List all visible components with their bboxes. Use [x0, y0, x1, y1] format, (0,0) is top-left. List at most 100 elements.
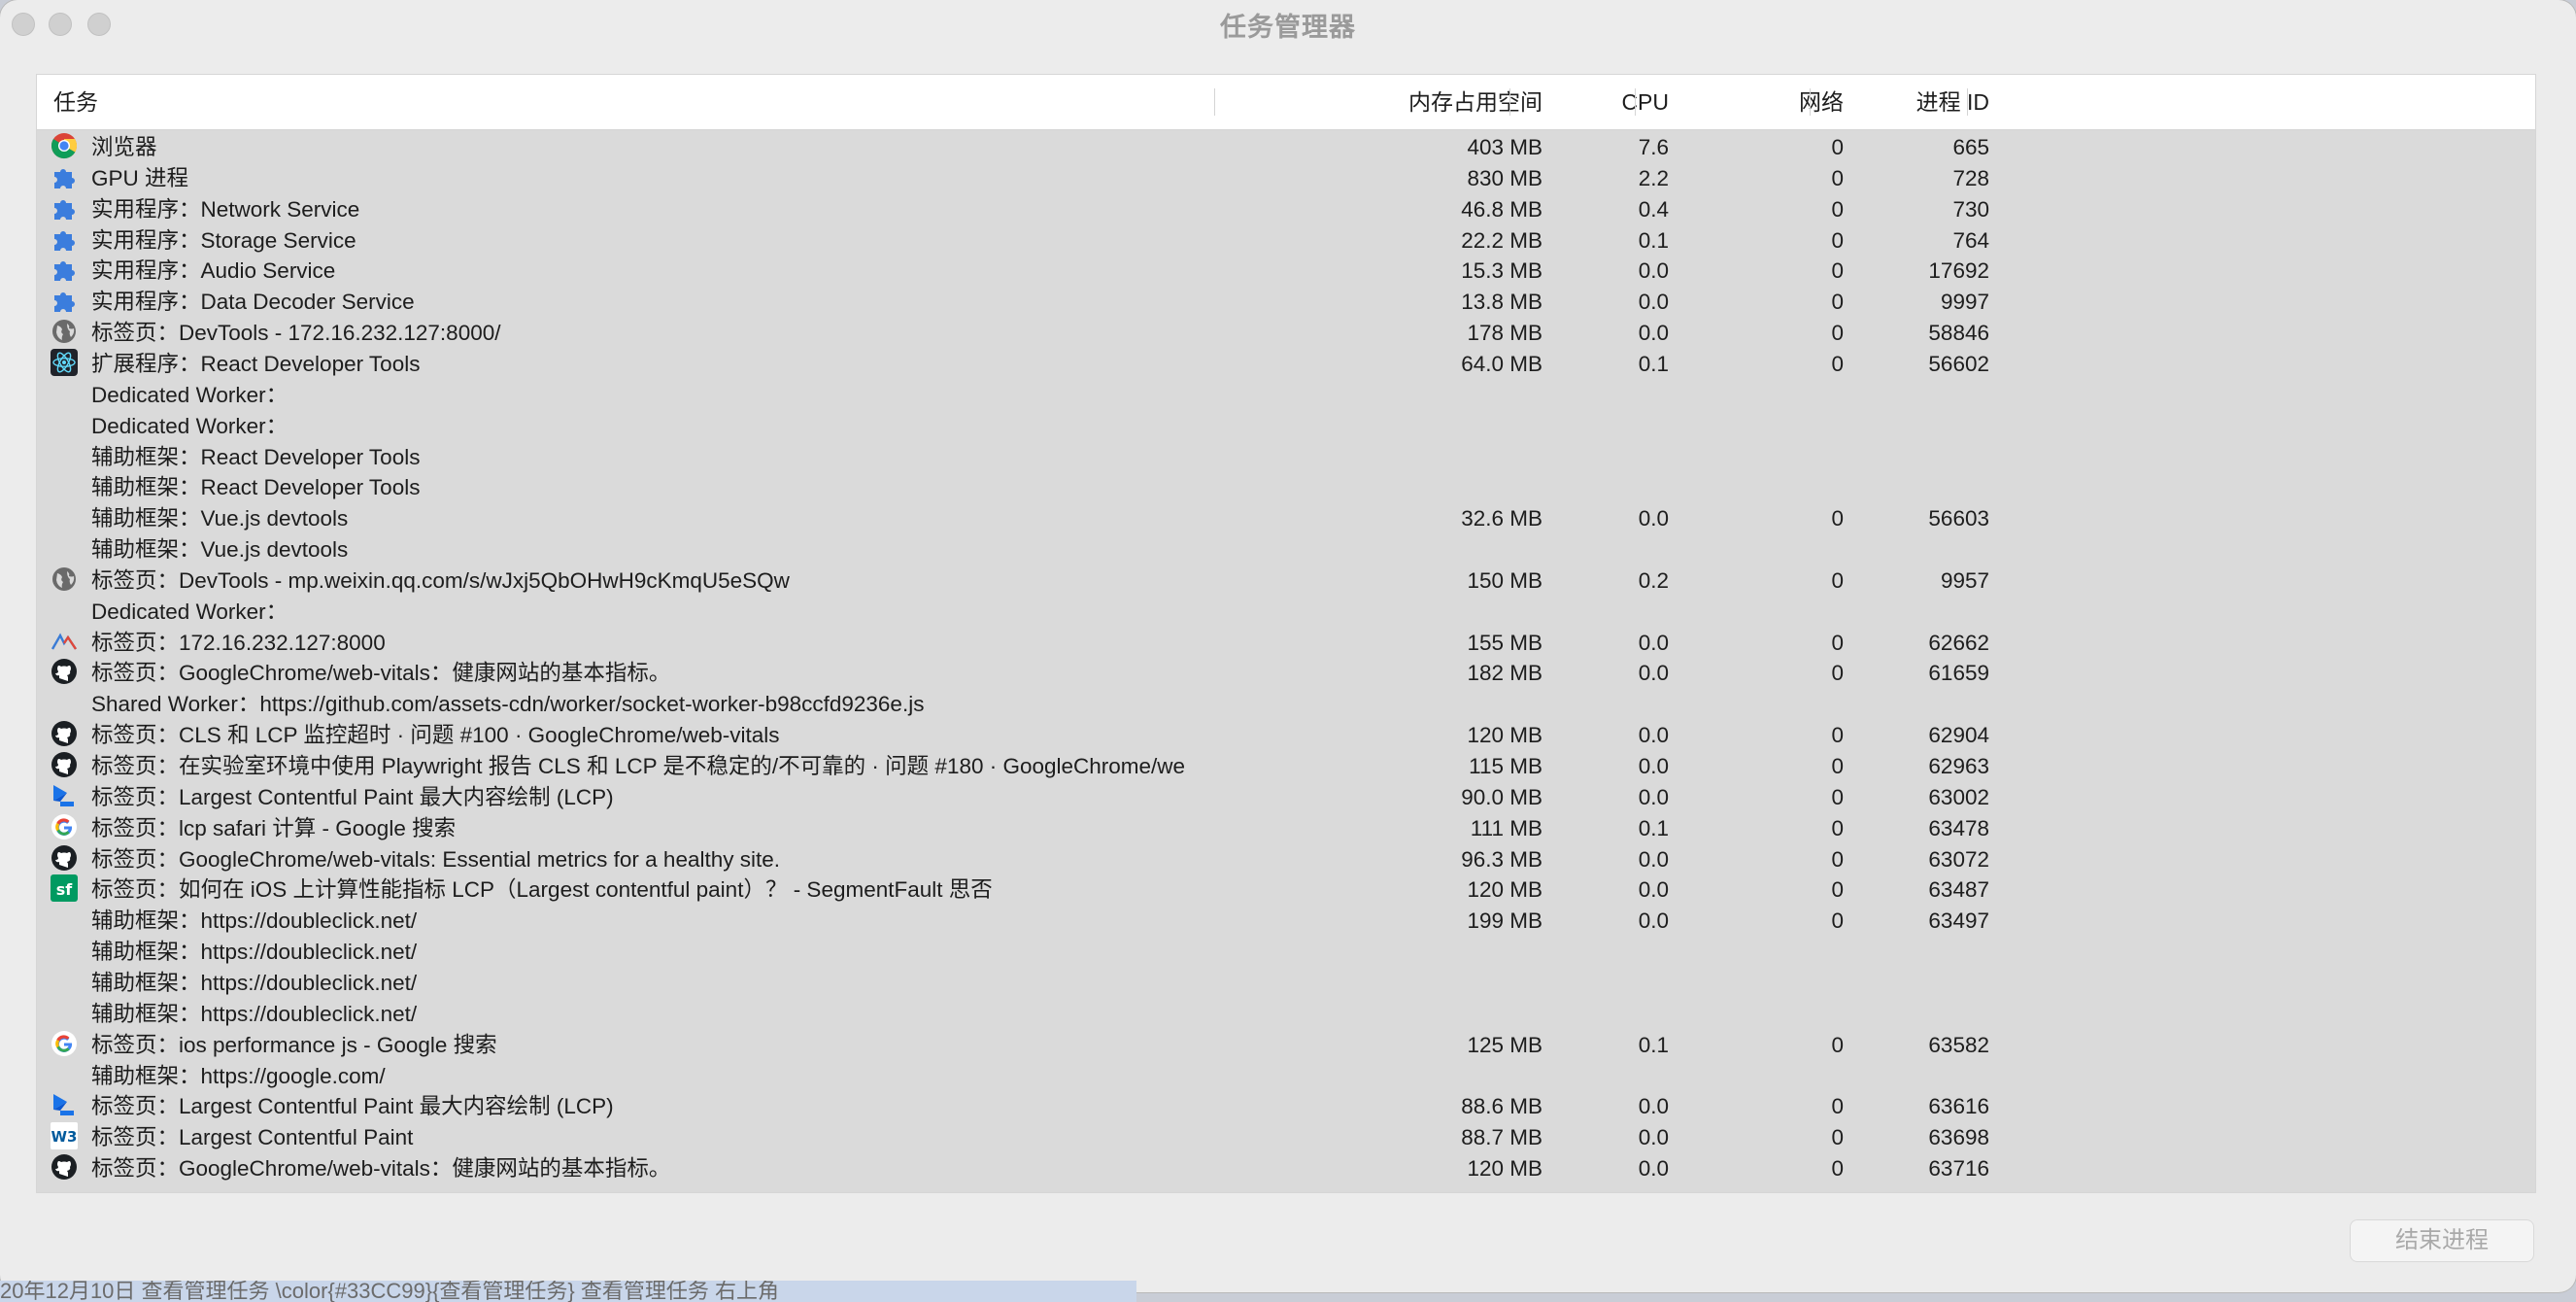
- cpu-cell: 0.0: [1638, 258, 1669, 283]
- pid-cell: 63716: [1928, 1156, 1989, 1181]
- table-row[interactable]: 辅助框架：https://doubleclick.net/: [37, 937, 2535, 968]
- github-icon: [51, 1153, 78, 1184]
- task-cell: 标签页：Largest Contentful Paint: [91, 1125, 414, 1149]
- segmentfault-icon: sf: [51, 874, 78, 906]
- task-cell: 辅助框架：https://doubleclick.net/: [91, 971, 418, 995]
- table-row[interactable]: 标签页：172.16.232.127:8000 155 MB 0.0 0 62662: [37, 628, 2535, 659]
- table-row[interactable]: 标签页：GoogleChrome/web-vitals：健康网站的基本指标。 12…: [37, 1153, 2535, 1184]
- memory-cell: [1329, 968, 1542, 999]
- memory-cell: 120 MB: [1467, 877, 1542, 902]
- table-row[interactable]: 辅助框架：https://doubleclick.net/: [37, 968, 2535, 999]
- table-row[interactable]: 辅助框架：React Developer Tools: [37, 442, 2535, 473]
- table-row[interactable]: 辅助框架：React Developer Tools: [37, 472, 2535, 503]
- task-rows: 浏览器 403 MB 7.6 0 665 GPU 进程 830 MB 2.2 0 728 实用程序：…: [37, 130, 2535, 1192]
- network-cell: 0: [1831, 661, 1844, 685]
- memory-cell: 155 MB: [1467, 631, 1542, 655]
- task-cell: Dedicated Worker：: [91, 383, 288, 407]
- cpu-cell: 0.0: [1638, 661, 1669, 685]
- table-row[interactable]: 浏览器 403 MB 7.6 0 665: [37, 132, 2535, 163]
- table-row[interactable]: 标签页：GoogleChrome/web-vitals: Essential m…: [37, 844, 2535, 875]
- cpu-cell: [1572, 1061, 1669, 1092]
- memory-cell: 96.3 MB: [1461, 847, 1542, 872]
- memory-cell: [1329, 534, 1542, 565]
- table-row[interactable]: Dedicated Worker：: [37, 411, 2535, 442]
- cpu-cell: 0.0: [1638, 290, 1669, 314]
- pid-cell: 63478: [1928, 816, 1989, 840]
- table-row[interactable]: 扩展程序：React Developer Tools 64.0 MB 0.1 0 566…: [37, 349, 2535, 380]
- task-cell: 辅助框架：React Developer Tools: [91, 445, 421, 469]
- task-cell: 标签页：DevTools - 172.16.232.127:8000/: [91, 321, 501, 345]
- column-header-task[interactable]: 任务: [53, 75, 98, 129]
- column-divider[interactable]: [1214, 88, 1215, 116]
- table-row[interactable]: 实用程序：Audio Service 15.3 MB 0.0 0 17692: [37, 256, 2535, 287]
- table-row[interactable]: 标签页：ios performance js - Google 搜索 125 MB…: [37, 1030, 2535, 1061]
- pid-cell: [1863, 597, 1989, 628]
- end-process-button[interactable]: 结束进程: [2350, 1219, 2534, 1262]
- memory-cell: [1329, 937, 1542, 968]
- title-bar: 任务管理器: [0, 0, 2576, 47]
- pid-cell: 63497: [1928, 908, 1989, 933]
- pid-cell: [1863, 380, 1989, 411]
- memory-cell: 111 MB: [1470, 816, 1542, 840]
- task-cell: 标签页：GoogleChrome/web-vitals: Essential m…: [91, 847, 781, 872]
- column-header-pid[interactable]: 进程 ID: [1863, 75, 1989, 129]
- table-row[interactable]: 标签页：Largest Contentful Paint 最大内容绘制 (LCP…: [37, 782, 2535, 813]
- table-row[interactable]: 辅助框架：https://doubleclick.net/: [37, 999, 2535, 1030]
- task-table[interactable]: 任务 内存占用空间 CPU 网络 进程 ID 浏览器 403 MB 7.6 0 665 G…: [36, 74, 2536, 1193]
- column-divider[interactable]: [1810, 88, 1811, 116]
- memory-cell: [1329, 411, 1542, 442]
- table-row[interactable]: Dedicated Worker：: [37, 597, 2535, 628]
- table-row[interactable]: 标签页：CLS 和 LCP 监控超时 · 问题 #100 · GoogleChr…: [37, 720, 2535, 751]
- network-cell: 0: [1831, 1156, 1844, 1181]
- table-row[interactable]: 辅助框架：https://doubleclick.net/199 MB 0.0 0 6…: [37, 906, 2535, 937]
- task-cell: 辅助框架：https://google.com/: [91, 1064, 386, 1088]
- table-row[interactable]: 标签页：在实验室环境中使用 Playwright 报告 CLS 和 LCP 是不…: [37, 751, 2535, 782]
- network-cell: [1727, 689, 1844, 720]
- web-dev-icon: [51, 782, 78, 813]
- table-row[interactable]: 标签页：Largest Contentful Paint 最大内容绘制 (LCP…: [37, 1091, 2535, 1122]
- pid-cell: [1863, 411, 1989, 442]
- task-cell: 实用程序：Data Decoder Service: [91, 290, 415, 314]
- table-row[interactable]: 辅助框架：https://google.com/: [37, 1061, 2535, 1092]
- memory-cell: 88.7 MB: [1461, 1125, 1542, 1149]
- memory-cell: 120 MB: [1467, 723, 1542, 747]
- pid-cell: 62963: [1928, 754, 1989, 778]
- column-header-memory[interactable]: 内存占用空间: [1329, 75, 1542, 129]
- table-row[interactable]: 实用程序：Network Service 46.8 MB 0.4 0 730: [37, 194, 2535, 225]
- network-cell: [1727, 937, 1844, 968]
- github-icon: [51, 751, 78, 782]
- pid-cell: 63698: [1928, 1125, 1989, 1149]
- network-cell: 0: [1831, 166, 1844, 190]
- table-row[interactable]: 标签页：DevTools - mp.weixin.qq.com/s/wJxj5Q…: [37, 565, 2535, 597]
- memory-cell: [1329, 597, 1542, 628]
- memory-cell: 125 MB: [1467, 1033, 1542, 1057]
- column-header-network[interactable]: 网络: [1727, 75, 1844, 129]
- table-row[interactable]: 辅助框架：Vue.js devtools 32.6 MB 0.0 0 56603: [37, 503, 2535, 534]
- cpu-cell: 0.0: [1638, 908, 1669, 933]
- column-divider[interactable]: [1967, 88, 1968, 116]
- pid-cell: 56602: [1928, 352, 1989, 376]
- table-row[interactable]: 辅助框架：Vue.js devtools: [37, 534, 2535, 565]
- column-header-cpu[interactable]: CPU: [1572, 75, 1669, 129]
- cpu-cell: 0.0: [1638, 785, 1669, 809]
- cpu-cell: 0.0: [1638, 1094, 1669, 1118]
- table-row[interactable]: W3 标签页：Largest Contentful Paint 88.7 MB 0.0…: [37, 1122, 2535, 1153]
- table-row[interactable]: 实用程序：Storage Service 22.2 MB 0.1 0 764: [37, 225, 2535, 257]
- network-cell: 0: [1831, 321, 1844, 345]
- table-row[interactable]: 标签页：GoogleChrome/web-vitals：健康网站的基本指标。 18…: [37, 658, 2535, 689]
- table-row[interactable]: 实用程序：Data Decoder Service 13.8 MB 0.0 0 9997: [37, 287, 2535, 318]
- column-divider[interactable]: [1509, 88, 1510, 116]
- table-row[interactable]: Dedicated Worker：: [37, 380, 2535, 411]
- vite-logo-icon: [51, 628, 78, 659]
- table-row[interactable]: 标签页：DevTools - 172.16.232.127:8000/178 M…: [37, 318, 2535, 349]
- table-row[interactable]: sf 标签页：如何在 iOS 上计算性能指标 LCP（Largest conten…: [37, 874, 2535, 906]
- column-divider[interactable]: [1635, 88, 1636, 116]
- table-row[interactable]: 标签页：lcp safari 计算 - Google 搜索 111 MB 0.1 0 6…: [37, 813, 2535, 844]
- cpu-cell: [1572, 380, 1669, 411]
- table-row[interactable]: Shared Worker：https://github.com/assets-…: [37, 689, 2535, 720]
- table-row[interactable]: GPU 进程 830 MB 2.2 0 728: [37, 163, 2535, 194]
- memory-cell: 199 MB: [1467, 908, 1542, 933]
- pid-cell: [1863, 534, 1989, 565]
- network-cell: 0: [1831, 908, 1844, 933]
- pid-cell: 9957: [1940, 568, 1989, 593]
